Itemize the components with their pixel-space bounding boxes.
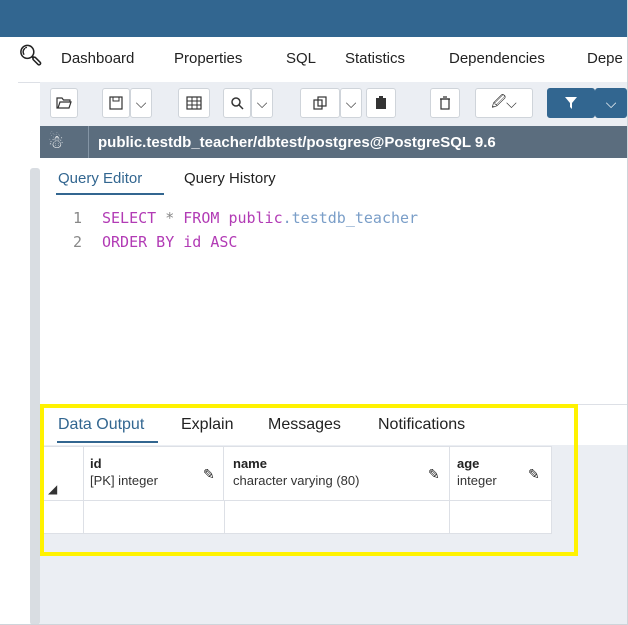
connection-divider bbox=[88, 126, 89, 158]
edit-button[interactable]: 🖉︎ ⌵ bbox=[475, 88, 533, 118]
search-icon[interactable]: 🔍︎ bbox=[18, 43, 43, 68]
pencil-icon[interactable]: ✎ bbox=[203, 466, 215, 483]
keyword: SELECT bbox=[102, 209, 157, 227]
chevron-down-icon: ⌵ bbox=[506, 94, 517, 111]
tab-dashboard[interactable]: Dashboard bbox=[61, 50, 134, 67]
paste-button[interactable] bbox=[366, 88, 396, 118]
keyword: ORDER BY bbox=[102, 233, 175, 251]
tab-statistics[interactable]: Statistics bbox=[345, 50, 405, 67]
tab-dependencies[interactable]: Dependencies bbox=[449, 50, 545, 67]
pencil-icon[interactable]: ✎ bbox=[528, 466, 540, 483]
app-frame: 🔍︎ Dashboard Properties SQL Statistics D… bbox=[0, 0, 628, 625]
save-button[interactable] bbox=[102, 88, 130, 118]
column-type: [PK] integer bbox=[90, 473, 158, 488]
sql-code[interactable]: 1 SELECT * FROM public.testdb_teacher 2 OR… bbox=[40, 206, 418, 254]
left-panel bbox=[0, 37, 18, 624]
table-name: testdb_teacher bbox=[291, 209, 419, 227]
cell-divider bbox=[449, 500, 450, 534]
operator: * bbox=[165, 209, 175, 227]
cell-divider bbox=[224, 500, 225, 534]
column-name: age bbox=[457, 456, 480, 471]
delete-button[interactable] bbox=[430, 88, 460, 118]
active-tab-indicator bbox=[56, 193, 164, 195]
tab-sql[interactable]: SQL bbox=[286, 50, 316, 67]
filter-dropdown[interactable]: ⌵ bbox=[595, 88, 627, 118]
title-bar bbox=[0, 0, 627, 37]
tab-dependents[interactable]: Depe bbox=[587, 50, 623, 67]
save-icon bbox=[109, 96, 123, 110]
chevron-down-icon: ⌵ bbox=[256, 94, 268, 111]
line-number: 1 bbox=[72, 209, 82, 227]
code-line: 1 SELECT * FROM public.testdb_teacher bbox=[40, 206, 418, 230]
connection-path: public.testdb_teacher/dbtest/postgres@Po… bbox=[98, 134, 496, 151]
filter-icon bbox=[565, 97, 577, 109]
paste-icon bbox=[376, 96, 386, 109]
copy-icon bbox=[313, 96, 327, 110]
trash-icon bbox=[440, 96, 450, 110]
table-icon bbox=[186, 96, 202, 110]
tab-properties[interactable]: Properties bbox=[174, 50, 242, 67]
column-type: integer bbox=[457, 473, 497, 488]
dot: . bbox=[282, 209, 292, 227]
edit-icon: 🖉︎ bbox=[491, 93, 507, 109]
find-button[interactable] bbox=[223, 88, 251, 118]
open-file-button[interactable] bbox=[50, 88, 78, 118]
chevron-down-icon: ⌵ bbox=[605, 94, 617, 111]
tab-data-output[interactable]: Data Output bbox=[58, 416, 144, 434]
tab-messages[interactable]: Messages bbox=[268, 416, 341, 434]
filter-button[interactable] bbox=[547, 88, 595, 118]
row-divider bbox=[42, 500, 552, 501]
copy-dropdown[interactable]: ⌵ bbox=[340, 88, 362, 118]
identifier: id bbox=[183, 233, 202, 251]
grid-button[interactable] bbox=[178, 88, 210, 118]
tab-explain[interactable]: Explain bbox=[181, 416, 233, 434]
search-icon bbox=[231, 97, 244, 110]
folder-open-icon bbox=[56, 97, 72, 109]
sort-icon[interactable]: ◢ bbox=[48, 482, 57, 496]
active-tab-indicator bbox=[57, 441, 158, 443]
tab-query-editor[interactable]: Query Editor bbox=[58, 170, 142, 187]
schema-name: public bbox=[228, 209, 283, 227]
keyword: ASC bbox=[210, 233, 238, 251]
tab-notifications[interactable]: Notifications bbox=[378, 416, 465, 434]
scrollbar[interactable] bbox=[30, 168, 40, 624]
connection-icon[interactable]: ☃︎ bbox=[48, 132, 64, 153]
chevron-down-icon: ⌵ bbox=[135, 94, 147, 111]
code-line: 2 ORDER BY id ASC bbox=[40, 230, 418, 254]
column-type: character varying (80) bbox=[233, 473, 360, 488]
tab-query-history[interactable]: Query History bbox=[184, 170, 276, 187]
keyword: FROM bbox=[183, 209, 220, 227]
line-number: 2 bbox=[72, 233, 82, 251]
pencil-icon[interactable]: ✎ bbox=[428, 466, 440, 483]
save-dropdown[interactable]: ⌵ bbox=[130, 88, 152, 118]
find-dropdown[interactable]: ⌵ bbox=[251, 88, 273, 118]
copy-button[interactable] bbox=[300, 88, 340, 118]
column-name: id bbox=[90, 456, 102, 471]
chevron-down-icon: ⌵ bbox=[345, 94, 357, 111]
column-name: name bbox=[233, 456, 267, 471]
